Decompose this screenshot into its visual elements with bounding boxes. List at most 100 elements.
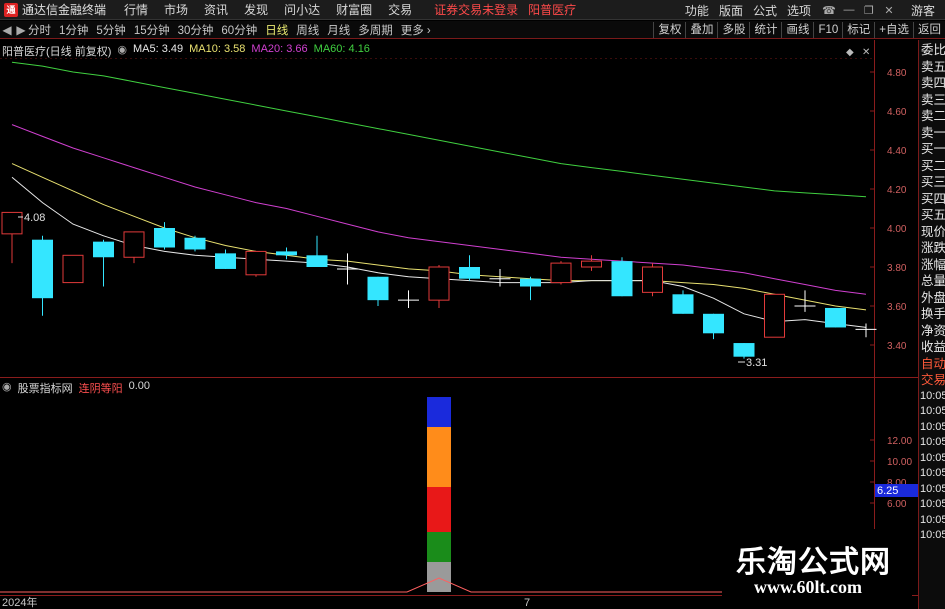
statistics-button[interactable]: 统计	[749, 22, 781, 38]
back-arrow-icon[interactable]: ◀	[0, 23, 14, 37]
price-tick-label: 4.00	[887, 224, 907, 235]
indicator-value: 0.00	[128, 380, 151, 392]
chevron-right-icon: ›	[426, 24, 431, 37]
auto-trade-label[interactable]: 自动	[919, 356, 945, 373]
menu-xuanxiang[interactable]: 选项	[787, 2, 811, 19]
menu-item-shichang[interactable]: 市场	[164, 1, 188, 18]
candle-body	[123, 231, 145, 258]
side-item-volume: 总量	[921, 274, 945, 288]
menu-item-hangqing[interactable]: 行情	[124, 1, 148, 18]
tab-60min[interactable]: 60分钟	[221, 22, 257, 38]
indicator-axis: 12.0010.008.006.00	[870, 436, 912, 510]
ma5-value: MA5: 3.49	[133, 43, 184, 55]
add-watchlist-button[interactable]: +自选	[874, 22, 913, 38]
kline-chart[interactable]: 4.80 4.60 4.40 4.20 4.00 3.80 3.60 3.40 4.08 3.…	[0, 40, 945, 609]
candle-body	[306, 255, 328, 267]
candle-body	[1, 211, 23, 235]
ind-tick-label: 6.00	[887, 499, 907, 510]
fuquan-button[interactable]: 复权	[653, 22, 685, 38]
ma10-value: MA10: 3.58	[189, 43, 246, 55]
minimize-icon[interactable]: —	[841, 4, 857, 16]
watermark: 乐淘公式网 www.60lt.com	[722, 529, 912, 607]
menu-item-zixun[interactable]: 资讯	[204, 1, 228, 18]
side-item-weibi: 委比	[921, 43, 945, 57]
side-item-sell4: 卖四	[921, 76, 945, 90]
side-item-sell5: 卖五	[921, 59, 945, 74]
indicator-bar-segment	[427, 487, 451, 532]
candle-body	[550, 262, 572, 284]
ind-tick-label: 10.00	[887, 457, 912, 468]
side-item-change-pct: 涨幅	[921, 257, 945, 272]
guest-label[interactable]: 游客	[911, 2, 935, 19]
candle-body	[764, 293, 785, 338]
toolbar-buttons: 复权 叠加 多股 统计 画线 F10 标记 +自选 返回	[653, 21, 945, 39]
candle-body	[642, 266, 663, 293]
indicator-formula[interactable]: 连阴等阳	[79, 380, 123, 395]
candle-body	[184, 237, 206, 250]
draw-line-button[interactable]: 画线	[781, 22, 813, 38]
stock-name: 阳普医疗	[528, 3, 577, 17]
forward-arrow-icon[interactable]: ▶	[14, 23, 28, 37]
price-tick-label: 4.20	[887, 185, 907, 196]
tab-1min[interactable]: 1分钟	[59, 22, 88, 38]
menu-item-caifuquan[interactable]: 财富圈	[336, 1, 372, 18]
quote-side-panel: 委比 卖五 卖四 卖三 卖二 卖一 买一 买二 买三 买四 买五 现价 涨跌 涨…	[918, 40, 945, 609]
candle-body	[459, 267, 480, 279]
menu-banmian[interactable]: 版面	[719, 2, 743, 19]
side-item-earnings: 收益	[921, 340, 945, 354]
indicator-info-line: ◉ 股票指标网 连阴等阳 0.00	[2, 380, 151, 395]
candle-body	[32, 239, 53, 299]
tick-time: 10:05	[920, 529, 945, 541]
side-item-buy4: 买四	[921, 191, 945, 206]
candle-body	[733, 343, 755, 357]
side-item-change: 涨跌	[921, 241, 945, 255]
multi-stock-button[interactable]: 多股	[717, 22, 749, 38]
side-item-turnover: 换手	[921, 307, 945, 321]
trade-label[interactable]: 交易	[919, 372, 945, 389]
restore-icon[interactable]: ❐	[861, 4, 877, 17]
zoom-icon[interactable]: ◆	[846, 47, 854, 58]
tab-5min[interactable]: 5分钟	[96, 22, 125, 38]
menu-item-wenxiaoda[interactable]: 问小达	[284, 1, 320, 18]
headset-icon[interactable]: ☎	[821, 4, 837, 17]
tab-weekly[interactable]: 周线	[296, 22, 319, 38]
login-status[interactable]: 证券交易未登录	[434, 1, 518, 18]
candle-body	[703, 313, 724, 334]
close-icon[interactable]: ✕	[881, 4, 897, 17]
tab-fenshi[interactable]: 分时	[28, 22, 51, 38]
tick-time: 10:05	[920, 389, 945, 402]
tab-30min[interactable]: 30分钟	[178, 22, 214, 38]
tick-time: 10:05	[920, 513, 945, 526]
tab-daily[interactable]: 日线	[265, 22, 288, 38]
overlay-button[interactable]: 叠加	[685, 22, 717, 38]
side-item-sell2: 卖二	[921, 109, 945, 123]
tick-time: 10:05	[920, 420, 945, 433]
indicator-bar-segment	[427, 532, 451, 562]
ma-toggle-icon[interactable]: ◉	[117, 43, 127, 57]
side-item-buy1: 买一	[921, 142, 945, 156]
return-button[interactable]: 返回	[913, 22, 945, 38]
indicator-toggle-icon[interactable]: ◉	[2, 380, 12, 394]
right-menu: 功能 版面 公式 选项 ☎ — ❐ ✕ 游客	[685, 0, 945, 20]
menu-gongneng[interactable]: 功能	[685, 2, 709, 19]
app-logo: 通	[4, 2, 18, 17]
tab-15min[interactable]: 15分钟	[134, 22, 170, 38]
menu-item-faxian[interactable]: 发现	[244, 1, 268, 18]
menu-gongshi[interactable]: 公式	[753, 2, 777, 19]
menu-item-jiaoyi[interactable]: 交易	[388, 1, 412, 18]
f10-button[interactable]: F10	[813, 22, 842, 38]
tab-multi-period[interactable]: 多周期	[358, 22, 393, 38]
indicator-name[interactable]: 股票指标网	[18, 380, 73, 395]
app-title: 通达信金融终端	[22, 3, 107, 17]
price-tick-label: 3.80	[887, 263, 907, 274]
candle-body	[154, 228, 175, 248]
menu-bar: 通 通达信金融终端 行情 市场 资讯 发现 问小达 财富圈 交易 证券交易未登录…	[0, 0, 945, 20]
side-item-buy5: 买五	[921, 208, 945, 222]
side-item-outer: 外盘	[921, 290, 945, 305]
mark-button[interactable]: 标记	[842, 22, 874, 38]
close-chart-icon[interactable]: ✕	[862, 47, 870, 58]
tab-more[interactable]: 更多 ›	[401, 22, 431, 38]
tab-monthly[interactable]: 月线	[327, 22, 350, 38]
indicator-current-value: 6.25	[877, 485, 898, 497]
tick-time: 10:05	[920, 451, 945, 464]
